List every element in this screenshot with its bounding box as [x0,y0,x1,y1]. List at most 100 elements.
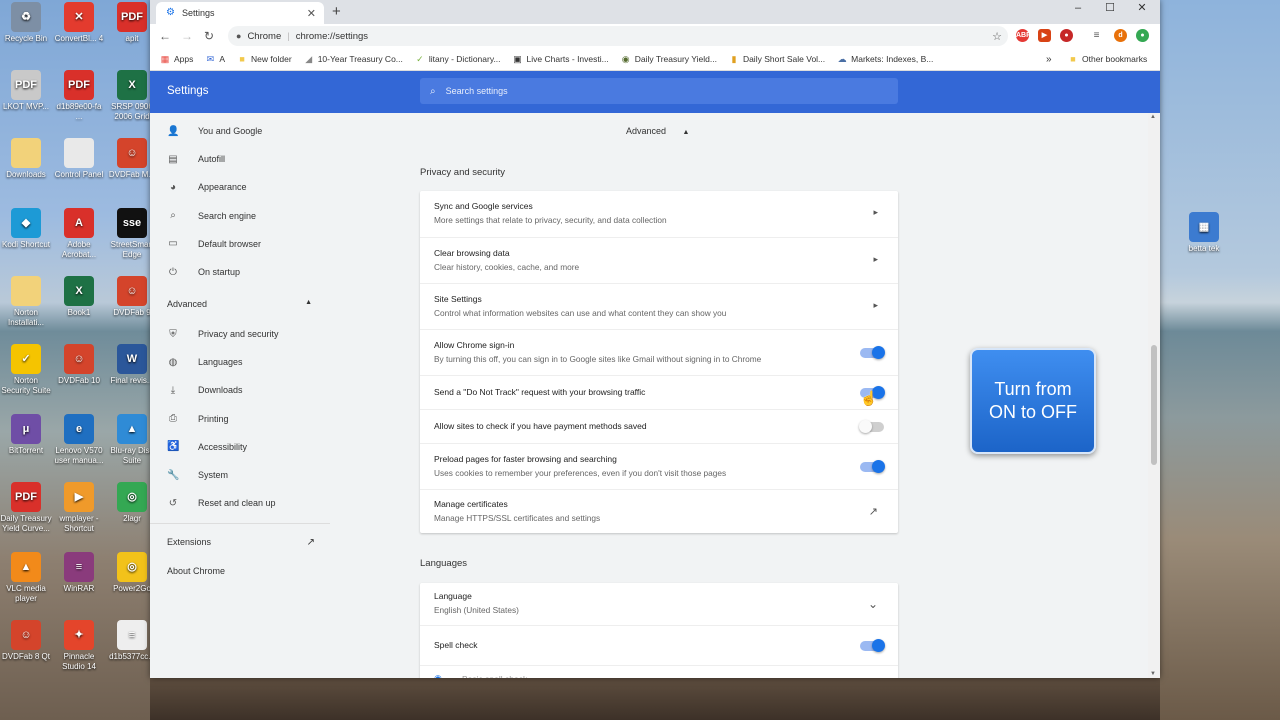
bookmark-item[interactable]: ▣ Live Charts - Investi... [513,54,608,64]
desktop-icon[interactable]: ☺ DVDFab 8 Qt [0,620,52,672]
external-link-icon[interactable]: ↗ [869,505,878,518]
sidebar-item[interactable]: ⏻ On startup [167,262,240,282]
desktop-icon-betta-tek[interactable]: ▦ betta tek [1178,212,1230,264]
maximize-button[interactable]: ☐ [1094,0,1126,20]
video-extension-icon[interactable]: ▶ [1038,29,1051,42]
chevron-down-icon[interactable]: ⌄ [868,597,878,611]
desktop-icon[interactable]: X Book1 [53,276,105,328]
radio-button[interactable]: ◉ [434,673,442,678]
desktop-icon[interactable]: ▶ wmplayer - Shortcut [53,482,105,534]
desktop-icon[interactable]: ◆ Kodi Shortcut [0,208,52,260]
desktop-shortcut-icon: PDF [11,482,41,512]
desktop-icon[interactable]: Downloads [0,138,52,190]
sidebar-item[interactable]: ⛨ Privacy and security [167,324,278,344]
toggle-switch[interactable] [860,460,885,473]
bookmark-item[interactable]: ◢ 10-Year Treasury Co... [304,54,403,64]
scrollbar[interactable]: ▲ ▼ [1148,113,1160,678]
sync-extension-icon[interactable]: ● [1136,29,1149,42]
desktop-icon[interactable]: e Lenovo V570 user manua... [53,414,105,466]
setting-row[interactable]: Site Settings Control what information we… [420,283,898,330]
address-bar[interactable]: ● Chrome | chrome://settings ☆ [228,26,1008,46]
playlist-extension-icon[interactable]: ≡ [1090,29,1103,42]
desktop-icon[interactable]: ♻ Recycle Bin [0,2,52,54]
toggle-switch[interactable] [859,420,884,433]
bookmark-item[interactable]: ▦ Apps [160,54,194,64]
desktop-icon[interactable]: ✓ Norton Security Suite [0,344,52,396]
bookmark-item[interactable]: ◉ Daily Treasury Yield... [621,54,717,64]
tab-close-icon[interactable]: ✕ [307,7,316,20]
profile-avatar[interactable]: d [1114,29,1127,42]
setting-row[interactable]: Basic spell check ◉ [420,665,898,678]
search-settings-input[interactable]: ⌕ Search settings [420,78,898,104]
sidebar-item[interactable]: 👤 You and Google [167,121,262,141]
desktop-icon[interactable]: A Adobe Acrobat... [53,208,105,260]
sidebar-item[interactable]: ⌕ Search engine [167,206,256,226]
toggle-switch[interactable] [860,639,885,652]
desktop-shortcut-icon: ◆ [11,208,41,238]
sidebar-item[interactable]: ◕ Appearance [167,177,247,197]
tab-settings[interactable]: ⚙ Settings ✕ [156,2,324,24]
bookmark-item[interactable]: ✉ A [205,54,225,64]
setting-row[interactable]: Allow Chrome sign-in By turning this off,… [420,329,898,376]
bookmark-star-icon[interactable]: ☆ [992,30,1002,43]
adblock-extension-icon[interactable]: ABP [1016,29,1031,42]
advanced-toggle[interactable]: Advanced ▲ [626,126,689,136]
scrollbar-thumb[interactable] [1151,345,1157,465]
sidebar-item[interactable]: ♿ Accessibility [167,437,247,457]
close-window-button[interactable]: ✕ [1126,0,1158,20]
bookmark-item[interactable]: ■ New folder [237,54,291,64]
sidebar-item[interactable]: ↺ Reset and clean up [167,493,276,513]
sidebar-item[interactable]: 🔧 System [167,465,228,485]
sidebar-item[interactable]: ▭ Default browser [167,234,261,254]
desktop-icon[interactable]: PDF Daily Treasury Yield Curve... [0,482,52,534]
desktop-icon[interactable]: μ BitTorrent [0,414,52,466]
new-tab-button[interactable]: + [332,3,341,20]
sidebar-item[interactable]: ⎙ Printing [167,409,229,429]
setting-row[interactable]: Manage certificates Manage HTTPS/SSL cert… [420,489,898,534]
setting-row[interactable]: Clear browsing data Clear history, cookie… [420,237,898,284]
bookmark-item[interactable]: ✓ litany - Dictionary... [415,54,500,64]
desktop-icon[interactable]: Control Panel [53,138,105,190]
bookmark-favicon-icon: ◉ [621,54,630,64]
desktop-icon[interactable]: Norton Installati... [0,276,52,328]
toggle-switch[interactable] [860,346,885,359]
sidebar-item-extensions[interactable]: Extensions ↗ [167,537,315,548]
desktop-icon[interactable]: ☺ DVDFab 10 [53,344,105,396]
forward-button[interactable]: → [176,29,198,43]
sidebar-item[interactable]: ▤ Autofill [167,149,225,169]
setting-row[interactable]: Allow sites to check if you have payment… [420,409,898,444]
setting-row[interactable]: Send a "Do Not Track" request with your … [420,375,898,410]
desktop-icon[interactable]: ▲ VLC media player [0,552,52,604]
bookmark-favicon-icon: ◢ [305,54,313,64]
scroll-down-arrow-icon[interactable]: ▼ [1150,671,1156,677]
minimize-button[interactable]: – [1062,0,1094,20]
other-bookmarks[interactable]: ■ Other bookmarks [1068,54,1147,64]
setting-row[interactable]: Preload pages for faster browsing and se… [420,443,898,490]
desktop-icon[interactable]: ✕ ConvertBl... 4 [53,2,105,54]
chevron-right-icon[interactable]: ▸ [873,254,878,265]
bookmark-favicon-icon: ■ [239,54,245,64]
bookmarks-more-chevron-icon[interactable]: » [1046,54,1052,65]
desktop-icon[interactable]: PDF d1b89e00-fa ... [53,70,105,122]
sidebar-item[interactable]: ⤓ Downloads [167,380,243,400]
toggle-knob [872,639,885,652]
sidebar-item-about-chrome[interactable]: About Chrome [167,566,225,576]
desktop-icon[interactable]: PDF LKOT MVP... [0,70,52,122]
setting-row[interactable]: Language English (United States) ⌄ [420,583,898,625]
sidebar-item[interactable]: ◍ Languages [167,352,243,372]
betta-tek-icon: ▦ [1189,212,1219,242]
chevron-right-icon[interactable]: ▸ [873,207,878,218]
sidebar-advanced-toggle[interactable]: Advanced ▲ [167,299,312,309]
desktop-icon[interactable]: ✦ Pinnacle Studio 14 [53,620,105,672]
desktop-icon[interactable]: ≡ WinRAR [53,552,105,604]
scroll-up-arrow-icon[interactable]: ▲ [1150,114,1156,120]
setting-row[interactable]: Sync and Google services More settings th… [420,191,898,237]
chevron-right-icon[interactable]: ▸ [873,300,878,311]
bookmark-item[interactable]: ▮ Daily Short Sale Vol... [729,54,825,64]
reload-button[interactable]: ↻ [198,29,220,43]
stop-extension-icon[interactable]: ● [1060,29,1073,42]
setting-row[interactable]: Spell check [420,625,898,666]
bookmark-item[interactable]: ☁ Markets: Indexes, B... [837,54,934,64]
setting-title: Allow sites to check if you have payment… [434,421,647,431]
back-button[interactable]: ← [154,29,176,43]
